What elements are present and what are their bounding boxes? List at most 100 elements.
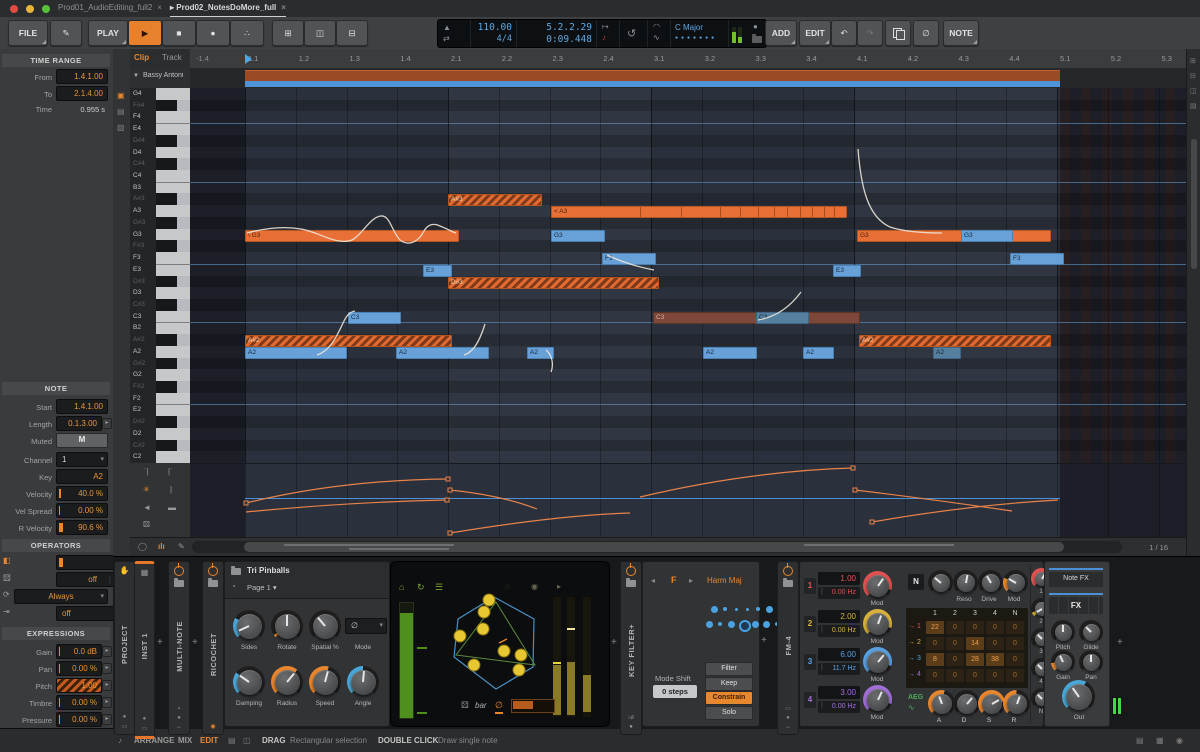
black-key[interactable] (156, 276, 190, 288)
root-next-button[interactable]: ▸ (689, 576, 693, 585)
doc-tab-2[interactable]: ▸ Prod02_NotesDoMore_full× (170, 0, 286, 18)
midi-note[interactable]: A2 (933, 347, 961, 359)
automation-curve-icon[interactable]: ◠ (653, 22, 660, 31)
add-device-icon[interactable]: + (611, 637, 617, 648)
fm4-top-knob-filter[interactable] (928, 570, 953, 595)
matrix-cell[interactable]: 0 (966, 669, 984, 682)
note-length-flag-button[interactable]: ▸ (102, 418, 112, 429)
piano-roll-view-icon[interactable]: ◫ (243, 729, 251, 752)
strip-bottom-icon[interactable]: ▪ (178, 706, 180, 712)
matrix-cell[interactable]: 0 (1006, 621, 1024, 634)
matrix-cell[interactable]: 0 (986, 637, 1004, 650)
piano-key[interactable]: F#3 (130, 240, 190, 252)
fm4-top-knob-drive[interactable] (978, 570, 1003, 595)
record-button[interactable]: ● (196, 20, 230, 46)
strip-bottom-icon[interactable]: ▭ (142, 725, 148, 732)
device-strip-ricochet[interactable]: RICOCHET◉ (202, 561, 224, 735)
ricochet-knob-radius[interactable] (271, 666, 303, 698)
fold-keys-icon[interactable]: ▤ (1190, 102, 1197, 110)
preset-folder-icon[interactable] (783, 580, 793, 587)
zoom-fit-icon[interactable]: ◫ (1190, 87, 1197, 95)
h-scrollbar-thumb[interactable] (244, 542, 1064, 552)
piano-key[interactable]: C3 (130, 311, 190, 323)
piano-key[interactable]: F4 (130, 111, 190, 123)
piano-key[interactable]: C#4 (130, 158, 190, 170)
note-velocity-field[interactable]: 40.0 % (56, 486, 108, 501)
note-key-field[interactable]: A2 (56, 469, 108, 484)
root-prev-button[interactable]: ◂ (651, 576, 655, 585)
velocity-spread-icon[interactable]: ✳ (143, 485, 150, 494)
strip-bottom-icon[interactable]: ▭ (785, 705, 791, 712)
midi-note[interactable]: A2 (803, 347, 834, 359)
midi-activity-icon[interactable]: ◉ (1176, 729, 1183, 752)
fm4-op-mod-knob[interactable] (863, 647, 892, 676)
fm4-aeg-label[interactable]: AEG (908, 694, 923, 701)
maximize-traffic-light[interactable] (42, 5, 50, 13)
scale-dot-top[interactable] (735, 608, 738, 611)
piano-key[interactable]: D4 (130, 147, 190, 159)
scale-dot-bottom[interactable] (739, 620, 751, 632)
position-section[interactable]: 5.2.2.29 0:09.448 (516, 20, 597, 47)
notefx-knob-gain[interactable] (1051, 650, 1075, 674)
remote-page-name[interactable]: Page 1 ▾ (247, 583, 277, 592)
mode-shift-value[interactable]: 0 steps (653, 685, 697, 698)
device-power-icon[interactable] (783, 566, 793, 576)
metronome-icon[interactable]: ▲ (443, 23, 451, 32)
metronome-section[interactable]: ▲ ⇄ (438, 20, 471, 47)
fm4-op-ratio-field[interactable]: 3.00 (818, 686, 860, 699)
display-top-right-icon[interactable]: ◉ (531, 582, 538, 591)
piano-key[interactable]: G#2 (130, 358, 190, 370)
white-key[interactable] (156, 147, 190, 159)
white-key[interactable] (156, 428, 190, 440)
note-length-field[interactable]: 0.1.3.00 (56, 416, 102, 431)
midi-note[interactable]: A2 (396, 347, 489, 359)
black-key[interactable] (156, 240, 190, 252)
toggle-inspector-button[interactable]: ⊞ (272, 20, 304, 46)
device-strip-multi-note[interactable]: MULTI-NOTE▪●↔ (168, 561, 190, 735)
to-field[interactable]: 2.1.4.00 (56, 86, 108, 101)
dice-icon[interactable]: ⚄ (461, 700, 469, 711)
strip-bottom-icon[interactable]: ↔ (176, 724, 182, 730)
black-key[interactable] (156, 440, 190, 452)
follow-playhead-icon[interactable]: ⇄ (443, 34, 450, 43)
time-signature-value[interactable]: 4/4 (497, 34, 512, 44)
table-mode-icon[interactable]: ▤ (117, 107, 125, 116)
note-stem2-icon[interactable]: |˙ (168, 467, 173, 476)
play-time-value[interactable]: 0:09.448 (546, 34, 592, 45)
key-filter-mode-keep[interactable]: Keep (705, 677, 753, 691)
midi-note[interactable]: E3 (423, 265, 452, 277)
scale-dot-top[interactable] (746, 608, 749, 611)
fm4-op-mod-knob[interactable] (863, 609, 892, 638)
timeline-ruler[interactable]: -1.41.11.21.31.42.12.22.32.43.13.23.33.4… (190, 49, 1186, 69)
close-traffic-light[interactable] (10, 5, 18, 13)
note-edit-mode-icon[interactable]: ▣ (117, 91, 125, 100)
zoom-out-icon[interactable]: ⊟ (1190, 72, 1196, 80)
midi-note[interactable]: E3 (833, 265, 861, 277)
white-key[interactable] (156, 170, 190, 182)
midi-note[interactable]: C3 (348, 312, 401, 324)
strip-bottom-icon[interactable]: ▭ (122, 723, 128, 730)
clip-select-bar[interactable] (245, 81, 1060, 87)
note-stem-icon[interactable]: ˙| (144, 467, 149, 476)
preset-folder-icon[interactable] (208, 580, 218, 587)
fm4-op-mod-knob[interactable] (863, 571, 892, 600)
midi-note[interactable]: A2 (245, 347, 347, 359)
ricochet-knob-mode-dropdown[interactable]: ∅▾ (345, 618, 387, 634)
matrix-cell[interactable]: 0 (986, 669, 1004, 682)
device-strip-fm4[interactable]: FM-4▭●↔ (777, 561, 799, 735)
key-filter-mode-filter[interactable]: Filter (705, 662, 753, 676)
white-key[interactable] (156, 88, 190, 100)
strip-bottom-icon[interactable]: ◉ (210, 723, 215, 730)
punch-section[interactable]: ↦ ♪ (596, 20, 620, 47)
automation-write-button[interactable]: ∴ (230, 20, 264, 46)
fm4-op-ratio-field[interactable]: 6.00 (818, 648, 860, 661)
mute-speaker-icon[interactable]: ◄ (143, 503, 151, 512)
matrix-cell[interactable]: 8 (926, 653, 944, 666)
zoom-in-icon[interactable]: ⊞ (1190, 57, 1196, 65)
expr-pan-field[interactable]: 0.00 % (56, 661, 102, 676)
tempo-value[interactable]: 110.00 (478, 22, 512, 33)
loop-section[interactable]: ↺ (619, 20, 648, 47)
amount-slider[interactable] (511, 699, 555, 713)
duplicate-button[interactable] (885, 20, 911, 46)
midi-note[interactable]: G3 (857, 230, 1051, 242)
